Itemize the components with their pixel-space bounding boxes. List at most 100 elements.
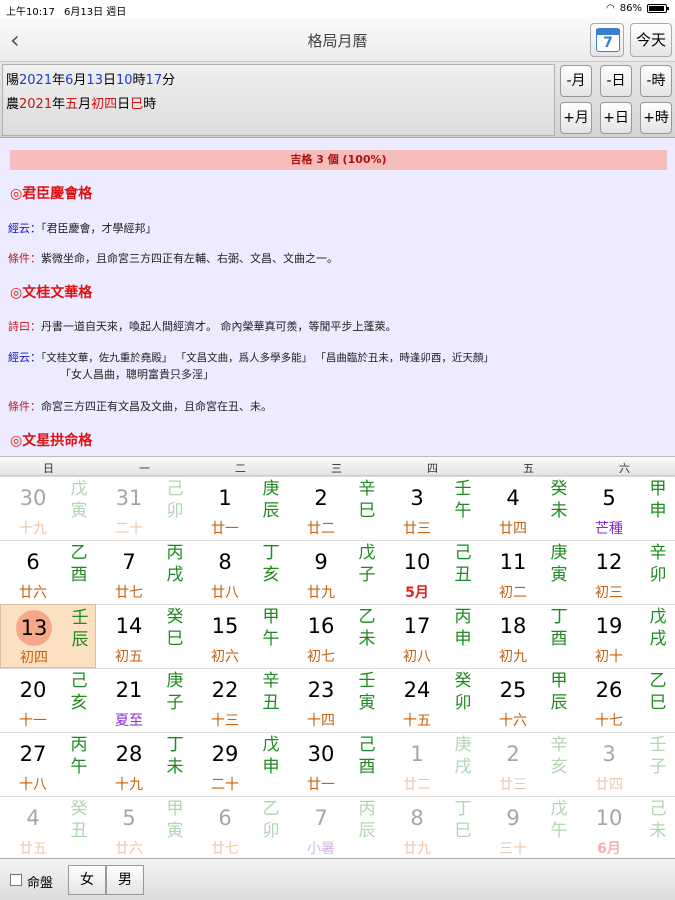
calendar-day[interactable]: 1 廿一 庚辰 [192, 476, 288, 540]
minus-month-button[interactable]: -月 [560, 65, 592, 97]
lunar-day: 芒種 [595, 521, 623, 537]
calendar-day[interactable]: 2 廿二 辛巳 [288, 476, 384, 540]
calendar-day[interactable]: 6 廿七 乙卯 [192, 796, 288, 860]
lunar-day: 廿二 [307, 521, 335, 537]
calendar-day[interactable]: 20 十一 己亥 [0, 668, 96, 732]
plus-day-button[interactable]: +日 [600, 102, 632, 134]
ganzhi-label: 甲申 [649, 479, 667, 521]
ganzhi-label: 乙酉 [70, 543, 88, 585]
day-number: 27 [19, 742, 47, 766]
lunar-day: 6月 [597, 841, 621, 857]
calendar-day[interactable]: 8 廿八 丁亥 [192, 540, 288, 604]
day-number: 4 [26, 806, 40, 830]
solar-date: 陽2021年6月13日10時17分 [6, 69, 175, 88]
calendar-day[interactable]: 12 初三 辛卯 [576, 540, 675, 604]
date-info-box: 陽2021年6月13日10時17分 農2021年五月初四日巳時 [2, 64, 555, 136]
ganzhi-label: 庚寅 [550, 543, 568, 585]
calendar-day[interactable]: 22 十三 辛丑 [192, 668, 288, 732]
calendar-button[interactable]: 7 [590, 23, 624, 57]
calendar-day[interactable]: 2 廿三 辛亥 [480, 732, 576, 796]
calendar-day[interactable]: 28 十九 丁未 [96, 732, 192, 796]
plus-hour-button[interactable]: +時 [640, 102, 672, 134]
calendar-day[interactable]: 7 廿七 丙戌 [96, 540, 192, 604]
calendar-day[interactable]: 3 廿三 壬午 [384, 476, 480, 540]
calendar-day[interactable]: 5 芒種 甲申 [576, 476, 675, 540]
day-number: 29 [211, 742, 239, 766]
calendar-day[interactable]: 19 初十 戊戌 [576, 604, 675, 668]
day-number: 12 [595, 550, 623, 574]
day-number: 6 [218, 806, 232, 830]
calendar-day[interactable]: 30 十九 戊寅 [0, 476, 96, 540]
pattern-content[interactable]: 吉格 3 個 (100%) ◎君臣慶會格 經云：「君臣慶會，才學經邦」 條件：紫… [0, 138, 675, 456]
ganzhi-label: 己亥 [70, 671, 88, 713]
minus-hour-button[interactable]: -時 [640, 65, 672, 97]
calendar-day[interactable]: 7 小暑 丙辰 [288, 796, 384, 860]
female-button[interactable]: 女 [68, 865, 106, 895]
calendar-day[interactable]: 25 十六 甲辰 [480, 668, 576, 732]
calendar-day[interactable]: 4 廿五 癸丑 [0, 796, 96, 860]
status-time-date: 上午10:17 6月13日 週日 [6, 3, 126, 18]
lunar-day: 十四 [307, 713, 335, 729]
bottom-bar: 命盤 女 男 [0, 858, 675, 900]
calendar-day[interactable]: 5 廿六 甲寅 [96, 796, 192, 860]
solar-year-unit: 年 [52, 73, 66, 88]
day-number: 24 [403, 678, 431, 702]
ganzhi-label: 癸丑 [70, 799, 88, 841]
calendar-day[interactable]: 16 初七 乙未 [288, 604, 384, 668]
ganzhi-label: 己酉 [358, 735, 376, 777]
calendar-day[interactable]: 26 十七 乙巳 [576, 668, 675, 732]
calendar-day[interactable]: 6 廿六 乙酉 [0, 540, 96, 604]
solar-year: 2021 [19, 73, 53, 88]
today-button[interactable]: 今天 [630, 23, 672, 57]
ganzhi-label: 壬午 [454, 479, 472, 521]
minus-day-button[interactable]: -日 [600, 65, 632, 97]
plus-month-button[interactable]: +月 [560, 102, 592, 134]
lunar-day: 十九 [115, 777, 143, 793]
calendar-day[interactable]: 15 初六 甲午 [192, 604, 288, 668]
lunar-month: 五 [65, 97, 79, 112]
calendar-day[interactable]: 21 夏至 庚子 [96, 668, 192, 732]
lunar-day: 廿六 [115, 841, 143, 857]
calendar-day[interactable]: 29 二十 戊申 [192, 732, 288, 796]
calendar-day[interactable]: 17 初八 丙申 [384, 604, 480, 668]
calendar-day[interactable]: 9 廿九 戊子 [288, 540, 384, 604]
calendar-day[interactable]: 31 二十 己卯 [96, 476, 192, 540]
ganzhi-label: 丁亥 [262, 543, 280, 585]
ganzhi-label: 戊午 [550, 799, 568, 841]
calendar-day[interactable]: 1 廿二 庚戌 [384, 732, 480, 796]
calendar-day[interactable]: 3 廿四 壬子 [576, 732, 675, 796]
solar-day-unit: 日 [102, 73, 116, 88]
solar-hour-unit: 時 [132, 73, 146, 88]
row-label: 經云： [8, 222, 41, 235]
calendar-day[interactable]: 14 初五 癸巳 [96, 604, 192, 668]
calendar-day[interactable]: 27 十八 丙午 [0, 732, 96, 796]
calendar-day[interactable]: 9 三十 戊午 [480, 796, 576, 860]
lunar-day: 廿七 [115, 585, 143, 601]
calendar-day[interactable]: 8 廿九 丁巳 [384, 796, 480, 860]
ganzhi-label: 壬寅 [358, 671, 376, 713]
weekday-label: 五 [523, 462, 534, 475]
calendar-day[interactable]: 24 十五 癸卯 [384, 668, 480, 732]
ganzhi-label: 丙戌 [166, 543, 184, 585]
calendar-day[interactable]: 4 廿四 癸未 [480, 476, 576, 540]
calendar-day[interactable]: 10 5月 己丑 [384, 540, 480, 604]
calendar-day[interactable]: 10 6月 己未 [576, 796, 675, 860]
lunar-day: 廿八 [211, 585, 239, 601]
status-right: ◠ 86% [606, 3, 669, 14]
calendar-day[interactable]: 23 十四 壬寅 [288, 668, 384, 732]
row-label: 詩曰： [8, 320, 41, 333]
lunar-day: 廿五 [19, 841, 47, 857]
chart-checkbox[interactable] [10, 874, 22, 886]
weekday-header: 日一二三四五六 [0, 456, 675, 476]
calendar-day[interactable]: 18 初九 丁酉 [480, 604, 576, 668]
ganzhi-label: 丁巳 [454, 799, 472, 841]
calendar-day[interactable]: 11 初二 庚寅 [480, 540, 576, 604]
calendar-day[interactable]: 30 廿一 己酉 [288, 732, 384, 796]
ganzhi-label: 戊寅 [70, 479, 88, 521]
chart-checkbox-label: 命盤 [27, 876, 54, 891]
row-text: 丹書一道自天來，喚起人間經濟才。 命內榮華真可羨，等閒平步上蓬萊。 [41, 320, 397, 333]
ganzhi-label: 癸巳 [166, 607, 184, 649]
calendar-day-selected[interactable]: 13 初四 壬辰 [0, 604, 96, 668]
lunar-day: 小暑 [307, 841, 335, 857]
male-button[interactable]: 男 [106, 865, 144, 895]
